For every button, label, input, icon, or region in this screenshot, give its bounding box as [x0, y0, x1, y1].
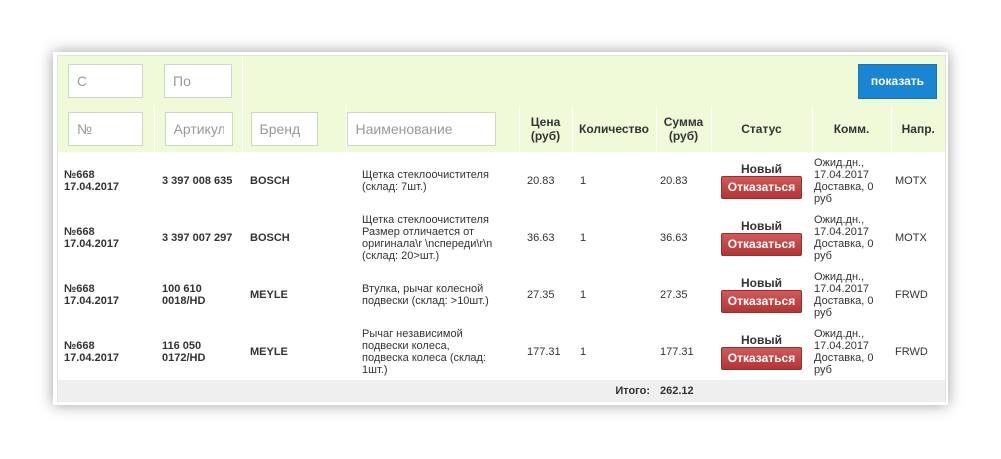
article-cell: 100 610 0018/HD — [162, 282, 206, 307]
name-cell: Щетка стеклоочистителя (склад: 7шт.) — [362, 168, 489, 193]
sum-header: Сумма (руб) — [656, 106, 712, 152]
sum-cell: 27.35 — [660, 288, 688, 301]
order-number-cell: №668 17.04.2017 — [58, 209, 154, 266]
date-from-input[interactable] — [68, 64, 143, 98]
price-cell: 36.63 — [527, 231, 555, 244]
direction-cell: FRWD — [895, 345, 928, 358]
brand-cell: MEYLE — [250, 288, 288, 301]
comment-header: Комм. — [812, 106, 892, 152]
article-cell: 3 397 008 635 — [162, 174, 233, 187]
brand-filter-cell — [242, 106, 347, 152]
table-row: №668 17.04.2017 3 397 008 635 BOSCH Щетк… — [58, 152, 945, 209]
header-row: Цена (руб) Количество Сумма (руб) Статус… — [58, 106, 945, 152]
article-filter-cell — [154, 106, 243, 152]
sum-cell: 36.63 — [660, 231, 688, 244]
date-from-cell — [58, 56, 154, 106]
comment-cell: Ожид.дн., 17.04.2017 Доставка, 0 руб — [814, 327, 874, 376]
orders-window: показать Цена (руб) Количество — [53, 52, 948, 405]
number-filter-input[interactable] — [68, 112, 143, 146]
article-cell: 3 397 007 297 — [162, 231, 233, 244]
name-filter-input[interactable] — [346, 112, 496, 146]
comment-cell: Ожид.дн., 17.04.2017 Доставка, 0 руб — [814, 270, 874, 319]
total-row: Итого: 262.12 — [58, 380, 945, 402]
date-filter-row: показать — [58, 56, 945, 106]
brand-cell: BOSCH — [250, 174, 290, 187]
show-button-cell: показать — [242, 56, 945, 106]
price-cell: 20.83 — [527, 174, 555, 187]
total-label: Итого: — [58, 380, 656, 402]
price-cell: 27.35 — [527, 288, 555, 301]
order-number: №668 — [64, 168, 95, 181]
brand-filter-input[interactable] — [250, 112, 318, 146]
show-button[interactable]: показать — [858, 63, 937, 99]
status-header: Статус — [711, 106, 813, 152]
status-cell: Новый Отказаться — [711, 152, 812, 209]
direction-cell: MOTX — [895, 174, 927, 187]
status-cell: Новый Отказаться — [711, 323, 812, 380]
number-filter-cell — [58, 106, 155, 152]
order-number: №668 — [64, 225, 95, 238]
status-badge: Новый — [741, 332, 782, 347]
name-filter-cell — [346, 106, 520, 152]
cancel-button[interactable]: Отказаться — [721, 232, 802, 256]
name-cell: Щетка стеклоочистителя Размер отличается… — [362, 213, 493, 262]
orders-panel: показать Цена (руб) Количество — [57, 55, 946, 402]
cancel-button[interactable]: Отказаться — [721, 346, 802, 370]
status-badge: Новый — [741, 275, 782, 290]
order-date: 17.04.2017 — [64, 180, 120, 193]
cancel-button[interactable]: Отказаться — [721, 175, 802, 199]
brand-cell: BOSCH — [250, 231, 290, 244]
cancel-button[interactable]: Отказаться — [721, 289, 802, 313]
quantity-header: Количество — [572, 106, 657, 152]
article-filter-input[interactable] — [164, 112, 233, 146]
quantity-cell: 1 — [580, 174, 587, 187]
status-badge: Новый — [741, 218, 782, 233]
comment-cell: Ожид.дн., 17.04.2017 Доставка, 0 руб — [814, 156, 874, 205]
total-value: 262.12 — [656, 380, 711, 402]
quantity-cell: 1 — [580, 231, 587, 244]
comment-cell: Ожид.дн., 17.04.2017 Доставка, 0 руб — [814, 213, 874, 262]
table-row: №668 17.04.2017 100 610 0018/HD MEYLE Вт… — [58, 266, 945, 323]
order-date: 17.04.2017 — [64, 294, 120, 307]
status-cell: Новый Отказаться — [711, 266, 812, 323]
order-number-cell: №668 17.04.2017 — [58, 152, 154, 209]
name-cell: Втулка, рычаг колесной подвески (склад: … — [362, 282, 489, 307]
order-number: №668 — [64, 282, 95, 295]
order-number-cell: №668 17.04.2017 — [58, 266, 154, 323]
order-date: 17.04.2017 — [64, 351, 120, 364]
order-number: №668 — [64, 339, 95, 352]
status-cell: Новый Отказаться — [711, 209, 812, 266]
name-cell: Рычаг независимой подвески колеса, подве… — [362, 327, 486, 376]
date-to-cell — [154, 56, 243, 106]
sum-cell: 177.31 — [660, 345, 694, 358]
price-cell: 177.31 — [527, 345, 561, 358]
direction-cell: FRWD — [895, 288, 928, 301]
quantity-cell: 1 — [580, 288, 587, 301]
brand-cell: MEYLE — [250, 345, 288, 358]
order-number-cell: №668 17.04.2017 — [58, 323, 154, 380]
order-date: 17.04.2017 — [64, 237, 120, 250]
date-to-input[interactable] — [164, 64, 232, 98]
sum-cell: 20.83 — [660, 174, 688, 187]
table-row: №668 17.04.2017 116 050 0172/HD MEYLE Ры… — [58, 323, 945, 380]
table-row: №668 17.04.2017 3 397 007 297 BOSCH Щетк… — [58, 209, 945, 266]
direction-cell: MOTX — [895, 231, 927, 244]
direction-header: Напр. — [901, 122, 935, 136]
article-cell: 116 050 0172/HD — [162, 339, 206, 364]
price-header: Цена (руб) — [519, 106, 573, 152]
quantity-cell: 1 — [580, 345, 587, 358]
total-filler — [711, 380, 945, 402]
orders-table: показать Цена (руб) Количество — [58, 56, 945, 402]
status-badge: Новый — [741, 161, 782, 176]
